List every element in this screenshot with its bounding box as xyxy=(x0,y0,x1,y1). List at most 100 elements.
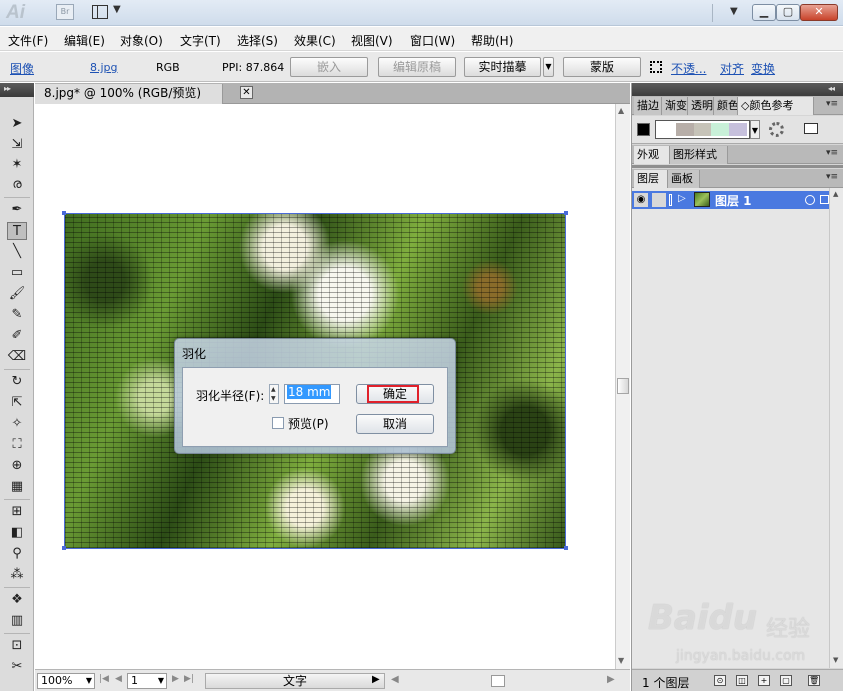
panel-strip[interactable]: ◂◂ xyxy=(632,83,843,97)
layer-name[interactable]: 图层 1 xyxy=(715,192,752,209)
live-trace-dropdown[interactable]: ▼ xyxy=(543,57,554,77)
selection-indicator[interactable] xyxy=(820,195,829,204)
rotate-tool-icon[interactable]: ↻ xyxy=(7,373,27,391)
tab-color[interactable]: 颜色 xyxy=(714,97,738,115)
toolbar-strip[interactable]: ▸▸ xyxy=(0,83,34,97)
next-artboard-icon[interactable]: ▶ xyxy=(172,674,179,684)
pen-tool-icon[interactable]: ✒ xyxy=(7,201,27,219)
maximize-button[interactable]: ▢ xyxy=(776,4,800,21)
prev-artboard-icon[interactable]: ◀ xyxy=(115,674,122,684)
horizontal-scroll-thumb[interactable] xyxy=(491,675,505,687)
pencil-tool-icon[interactable]: ✎ xyxy=(7,306,27,324)
paintbrush-tool-icon[interactable]: 🖌 xyxy=(7,285,27,303)
panel-menu-icon[interactable]: ▾≡ xyxy=(826,99,838,109)
blob-brush-tool-icon[interactable]: ✐ xyxy=(7,327,27,345)
magic-wand-tool-icon[interactable]: ✶ xyxy=(7,156,27,174)
slice-tool-icon[interactable]: ✂ xyxy=(7,658,27,676)
step-down-icon[interactable]: ▼ xyxy=(271,395,276,402)
mesh-tool-icon[interactable]: ⊞ xyxy=(7,503,27,521)
feather-radius-input[interactable]: 18 mm xyxy=(284,384,340,404)
warp-tool-icon[interactable]: ✧ xyxy=(7,415,27,433)
preview-label[interactable]: 预览(P) xyxy=(288,415,329,432)
shape-builder-tool-icon[interactable]: ⊕ xyxy=(7,457,27,475)
symbol-sprayer-tool-icon[interactable]: ❖ xyxy=(7,591,27,609)
tab-appearance[interactable]: 外观 xyxy=(634,146,670,164)
live-trace-button[interactable]: 实时描摹 xyxy=(464,57,541,77)
menu-help[interactable]: 帮助(H) xyxy=(471,32,513,49)
tab-transparency[interactable]: 透明 xyxy=(688,97,714,115)
new-layer-icon[interactable]: ▢ xyxy=(780,675,792,686)
mask-button[interactable]: 蒙版 xyxy=(563,57,641,77)
line-tool-icon[interactable]: ╲ xyxy=(7,243,27,261)
tab-graphic-styles[interactable]: 图形样式 xyxy=(670,146,728,164)
menu-select[interactable]: 选择(S) xyxy=(237,32,278,49)
new-sublayer-icon[interactable]: + xyxy=(758,675,770,686)
menu-effect[interactable]: 效果(C) xyxy=(294,32,336,49)
opacity-link[interactable]: 不透... xyxy=(671,60,706,77)
base-color-swatch[interactable] xyxy=(637,123,650,136)
scale-tool-icon[interactable]: ⇱ xyxy=(7,394,27,412)
harmony-swatch[interactable] xyxy=(675,123,694,136)
selection-handle[interactable] xyxy=(62,546,66,550)
column-graph-tool-icon[interactable]: ▥ xyxy=(7,612,27,630)
workspace-dropdown-icon[interactable]: ▼ xyxy=(730,6,738,17)
menu-object[interactable]: 对象(O) xyxy=(120,32,163,49)
vertical-scrollbar[interactable]: ▲ ▼ xyxy=(615,104,630,669)
harmony-swatch[interactable] xyxy=(693,123,712,136)
blend-tool-icon[interactable]: ⁂ xyxy=(7,566,27,584)
target-icon[interactable] xyxy=(805,195,815,205)
menu-file[interactable]: 文件(F) xyxy=(8,32,48,49)
status-menu-icon[interactable]: ▶ xyxy=(372,674,380,685)
artboard-field[interactable]: 1 ▼ xyxy=(127,673,167,689)
panel-menu-icon[interactable]: ▾≡ xyxy=(826,172,838,182)
menu-window[interactable]: 窗口(W) xyxy=(410,32,455,49)
gradient-tool-icon[interactable]: ◧ xyxy=(7,524,27,542)
expand-triangle-icon[interactable]: ▷ xyxy=(678,193,686,204)
scroll-thumb[interactable] xyxy=(617,378,629,394)
edit-original-button[interactable]: 编辑原稿 xyxy=(378,57,456,77)
cancel-button[interactable]: 取消 xyxy=(356,414,434,434)
harmony-swatch[interactable] xyxy=(729,123,747,136)
last-artboard-icon[interactable]: ▶| xyxy=(184,674,194,684)
scroll-down-icon[interactable]: ▼ xyxy=(618,656,624,665)
close-icon[interactable]: ✕ xyxy=(240,86,253,99)
direct-selection-tool-icon[interactable]: ⇲ xyxy=(7,136,27,154)
eraser-tool-icon[interactable]: ⌫ xyxy=(7,348,27,366)
preview-checkbox[interactable] xyxy=(272,417,284,429)
selection-icon[interactable] xyxy=(650,61,662,73)
tab-gradient[interactable]: 渐变 xyxy=(662,97,688,115)
radius-stepper[interactable]: ▲ ▼ xyxy=(269,384,279,404)
current-tool-status[interactable]: 文字 xyxy=(205,673,385,689)
artboard-tool-icon[interactable]: ⊡ xyxy=(7,637,27,655)
free-transform-tool-icon[interactable]: ⛶ xyxy=(7,436,27,454)
menu-edit[interactable]: 编辑(E) xyxy=(64,32,105,49)
selection-handle[interactable] xyxy=(564,211,568,215)
align-link[interactable]: 对齐 xyxy=(720,60,744,77)
lock-toggle[interactable] xyxy=(652,193,666,207)
clipping-mask-icon[interactable]: ◫ xyxy=(736,675,748,686)
color-wheel-icon[interactable] xyxy=(769,122,784,137)
trash-icon[interactable]: 🗑 xyxy=(808,675,820,686)
selection-handle[interactable] xyxy=(564,546,568,550)
embed-button[interactable]: 嵌入 xyxy=(290,57,368,77)
scroll-left-icon[interactable]: ◀ xyxy=(391,674,399,685)
panel-menu-icon[interactable]: ▾≡ xyxy=(826,148,838,158)
ok-button[interactable]: 确定 xyxy=(356,384,434,404)
scroll-right-icon[interactable]: ▶ xyxy=(607,674,615,685)
harmony-swatch[interactable] xyxy=(658,123,676,136)
tab-stroke[interactable]: 描边 xyxy=(634,97,662,115)
tab-artboards[interactable]: 画板 xyxy=(668,170,700,188)
object-type-link[interactable]: 图像 xyxy=(10,60,34,77)
tab-color-guide[interactable]: ◇颜色参考 xyxy=(738,97,814,115)
harmony-swatch[interactable] xyxy=(711,123,730,136)
document-tab[interactable]: 8.jpg* @ 100% (RGB/预览) xyxy=(35,84,223,104)
layer-row[interactable]: ◉ ▷ 图层 1 xyxy=(632,191,843,209)
step-up-icon[interactable]: ▲ xyxy=(271,386,276,393)
minimize-button[interactable]: ▁ xyxy=(752,4,776,21)
menu-type[interactable]: 文字(T) xyxy=(180,32,221,49)
scroll-up-icon[interactable]: ▲ xyxy=(833,190,838,198)
lasso-tool-icon[interactable]: ര xyxy=(7,176,27,194)
save-swatches-icon[interactable] xyxy=(804,123,818,134)
type-tool-icon[interactable]: T xyxy=(7,222,27,240)
menu-view[interactable]: 视图(V) xyxy=(351,32,393,49)
